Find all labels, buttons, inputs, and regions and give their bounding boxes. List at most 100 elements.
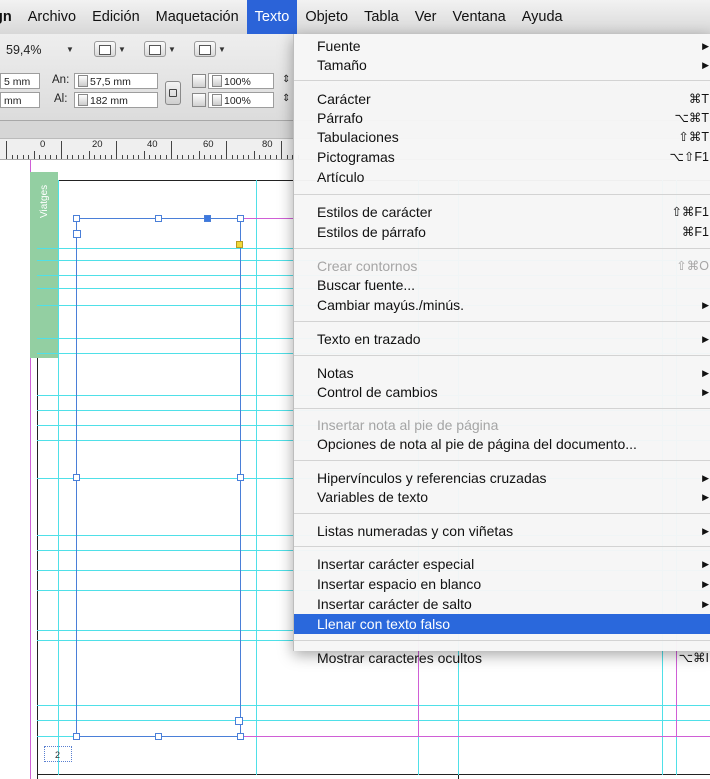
menu-item-label: Artículo <box>317 169 365 185</box>
ruler-tick <box>237 155 238 159</box>
menu-item-label: Insertar carácter especial <box>317 556 475 572</box>
ruler-tick <box>28 155 29 159</box>
menu-item-label: Tabulaciones <box>317 129 399 145</box>
frame-handle[interactable] <box>73 215 80 222</box>
menu-item-insertar-espacio-en-blanco[interactable]: Insertar espacio en blanco ▶ <box>294 574 710 594</box>
scale-x-icon <box>192 74 206 88</box>
frame-handle[interactable] <box>237 474 244 481</box>
menu-item-texto-en-trazado[interactable]: Texto en trazado ▶ <box>294 329 710 349</box>
guide-vertical[interactable] <box>256 180 257 775</box>
guide-horizontal[interactable] <box>37 705 710 706</box>
x-position-field[interactable]: 5 mm <box>0 73 40 89</box>
menu-edicion[interactable]: Edición <box>84 0 148 34</box>
frame-handle[interactable] <box>237 733 244 740</box>
section-tab-label: Viatges <box>39 184 50 218</box>
height-value: 182 mm <box>90 95 128 107</box>
menu-item-hipervinculos-y-referencias-cruzadas[interactable]: Hipervínculos y referencias cruzadas ▶ <box>294 468 710 488</box>
corner-options-icon[interactable] <box>236 241 243 248</box>
menu-item-notas[interactable]: Notas ▶ <box>294 363 710 383</box>
page-number-frame[interactable]: 2 <box>44 746 72 762</box>
view-options-icon[interactable] <box>94 41 116 57</box>
menu-item-shortcut: ⌘F1 <box>681 225 709 239</box>
menu-texto[interactable]: Texto <box>246 0 298 34</box>
menu-item-tamano[interactable]: Tamaño ▶ <box>294 55 710 75</box>
scale-y-field[interactable]: 100% <box>208 92 274 108</box>
frame-handle[interactable] <box>204 215 211 222</box>
ruler-tick <box>55 155 57 159</box>
menu-item-pictogramas[interactable]: Pictogramas ⌥⇧F1 <box>294 147 710 167</box>
menu-item-fuente[interactable]: Fuente ▶ <box>294 36 710 56</box>
scale-y-dropdown-icon[interactable]: ⇕ <box>282 93 290 104</box>
view-options-arrow-icon[interactable]: ▼ <box>118 45 126 54</box>
ruler-label: 80 <box>262 139 273 150</box>
menu-item-opciones-de-nota-al-pie-de-pagina-del-documento[interactable]: Opciones de nota al pie de página del do… <box>294 434 710 454</box>
submenu-arrow-icon: ▶ <box>702 492 709 502</box>
scale-x-field[interactable]: 100% <box>208 73 274 89</box>
arrange-documents-icon[interactable] <box>194 41 216 57</box>
frame-handle[interactable] <box>237 215 244 222</box>
menu-item-label: Pictogramas <box>317 149 395 165</box>
width-stepper-icon[interactable] <box>78 75 88 88</box>
menu-item-listas-numeradas-y-con-vinetas[interactable]: Listas numeradas y con viñetas ▶ <box>294 521 710 541</box>
menu-tabla[interactable]: Tabla <box>356 0 407 34</box>
menu-item-control-de-cambios[interactable]: Control de cambios ▶ <box>294 382 710 402</box>
menu-item-cambiar-mayus-minus[interactable]: Cambiar mayús./minús. ▶ <box>294 295 710 315</box>
ruler-label: 60 <box>203 139 214 150</box>
menu-archivo[interactable]: Archivo <box>20 0 84 34</box>
menu-ver[interactable]: Ver <box>407 0 445 34</box>
guide-vertical[interactable] <box>58 180 59 775</box>
scale-y-stepper-icon[interactable] <box>212 94 222 107</box>
menu-maquetacion[interactable]: Maquetación <box>148 0 247 34</box>
y-position-field[interactable]: mm <box>0 92 40 108</box>
menu-ayuda[interactable]: Ayuda <box>514 0 571 34</box>
menu-item-articulo[interactable]: Artículo <box>294 167 710 187</box>
menubar-app-name[interactable]: gn <box>0 0 20 34</box>
menu-item-estilos-de-caracter[interactable]: Estilos de carácter ⇧⌘F1 <box>294 202 710 222</box>
menu-item-mostrar-caracteres-ocultos[interactable]: Mostrar caracteres ocultos ⌥⌘I <box>294 648 710 668</box>
menu-objeto[interactable]: Objeto <box>297 0 356 34</box>
ruler-tick <box>11 155 13 159</box>
height-stepper-icon[interactable] <box>78 94 88 107</box>
menu-item-label: Opciones de nota al pie de página del do… <box>317 436 637 452</box>
menu-item-llenar-con-texto-falso[interactable]: Llenar con texto falso <box>294 614 710 634</box>
menu-item-caracter[interactable]: Carácter ⌘T <box>294 89 710 109</box>
menu-item-variables-de-texto[interactable]: Variables de texto ▶ <box>294 487 710 507</box>
height-field[interactable]: 182 mm <box>74 92 158 108</box>
menu-item-shortcut: ⇧⌘T <box>678 130 709 144</box>
scale-x-dropdown-icon[interactable]: ⇕ <box>282 74 290 85</box>
section-tab[interactable]: Viatges <box>30 172 58 358</box>
guide-horizontal[interactable] <box>37 720 710 721</box>
zoom-dropdown-arrow-icon[interactable]: ▼ <box>66 45 74 54</box>
menu-item-label: Tamaño <box>317 57 367 73</box>
menu-item-estilos-de-parrafo[interactable]: Estilos de párrafo ⌘F1 <box>294 222 710 242</box>
menu-item-insertar-caracter-especial[interactable]: Insertar carácter especial ▶ <box>294 554 710 574</box>
screen-mode-icon[interactable] <box>144 41 166 57</box>
menu-item-label: Insertar espacio en blanco <box>317 576 482 592</box>
menu-item-insertar-caracter-de-salto[interactable]: Insertar carácter de salto ▶ <box>294 594 710 614</box>
screen-mode-arrow-icon[interactable]: ▼ <box>168 45 176 54</box>
frame-handle[interactable] <box>155 733 162 740</box>
frame-handle[interactable] <box>155 215 162 222</box>
ruler-tick <box>182 155 183 159</box>
ruler-tick <box>204 155 205 159</box>
ruler-tick <box>99 155 101 159</box>
ruler-tick <box>39 155 40 159</box>
ruler-tick <box>286 155 288 159</box>
menu-separator <box>294 640 710 641</box>
menu-ventana[interactable]: Ventana <box>445 0 514 34</box>
menu-item-parrafo[interactable]: Párrafo ⌥⌘T <box>294 108 710 128</box>
width-field[interactable]: 57,5 mm <box>74 73 158 89</box>
menu-item-tabulaciones[interactable]: Tabulaciones ⇧⌘T <box>294 127 710 147</box>
frame-handle[interactable] <box>73 733 80 740</box>
ruler-tick <box>77 155 79 159</box>
out-port-icon[interactable] <box>235 717 243 725</box>
scale-x-stepper-icon[interactable] <box>212 75 222 88</box>
frame-handle[interactable] <box>73 474 80 481</box>
scale-x-value: 100% <box>224 76 251 88</box>
arrange-documents-arrow-icon[interactable]: ▼ <box>218 45 226 54</box>
zoom-level[interactable]: 59,4% <box>6 43 41 57</box>
constrain-proportions-lock-icon[interactable] <box>165 81 181 105</box>
in-port-icon[interactable] <box>73 230 81 238</box>
margin-guide <box>240 218 300 219</box>
menu-item-buscar-fuente[interactable]: Buscar fuente... <box>294 275 710 295</box>
